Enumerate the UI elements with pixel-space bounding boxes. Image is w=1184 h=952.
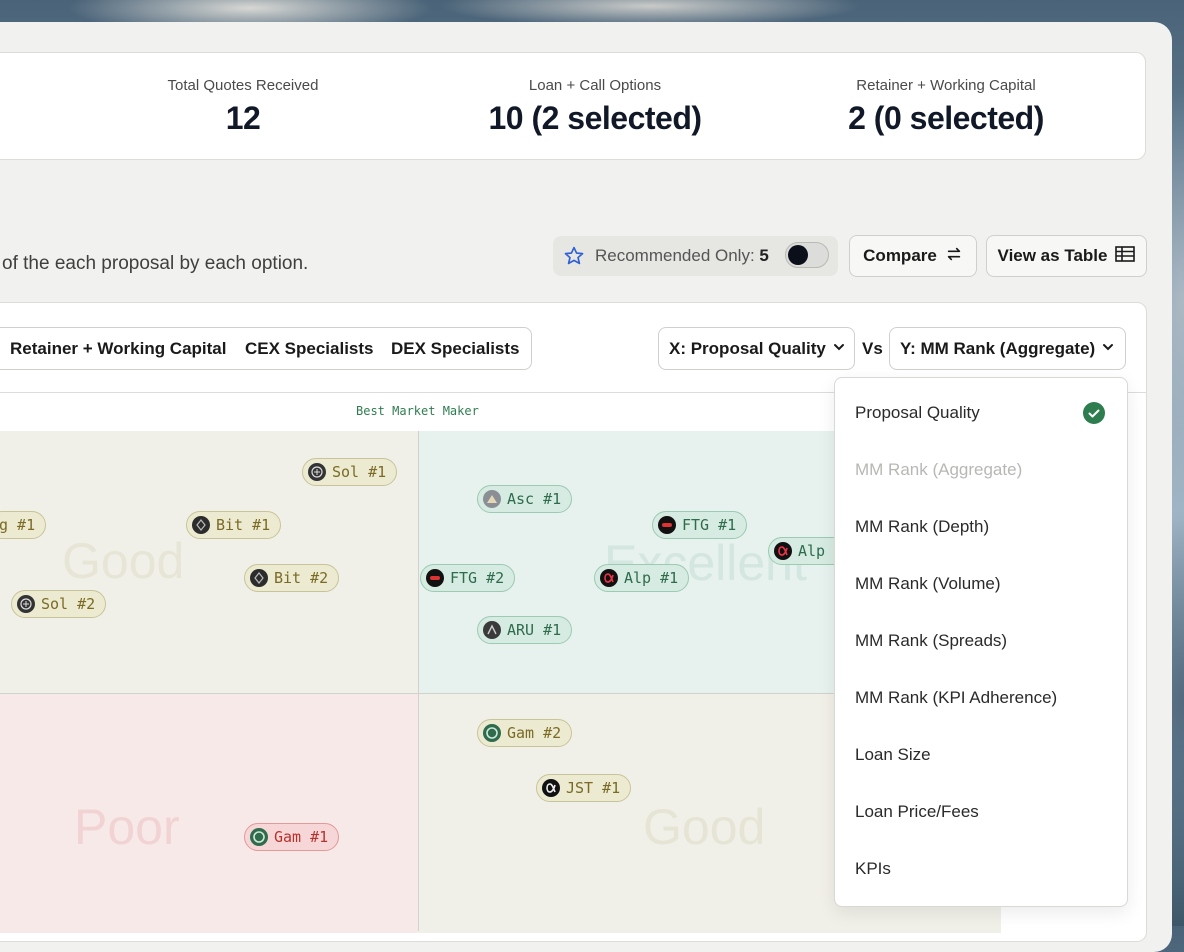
pill-label: ARU #1 [507, 621, 562, 639]
proposal-pill[interactable]: Gam #1 [244, 823, 340, 851]
pill-label: Bit #1 [216, 516, 271, 534]
ftg-logo-icon [426, 569, 444, 587]
chart-top-label: Best Market Maker [356, 404, 479, 418]
swap-arrows-icon [945, 245, 963, 268]
stat-loan-call: Loan + Call Options 10 (2 selected) [415, 53, 775, 137]
gamma-logo-icon [483, 724, 501, 742]
pill-label: JST #1 [566, 779, 621, 797]
pill-label: Bit #2 [274, 569, 329, 587]
alpha-logo-icon [600, 569, 618, 587]
y-axis-value: Y: MM Rank (Aggregate) [900, 338, 1096, 358]
quadrant-divider-vertical [418, 431, 419, 931]
vs-label: Vs [862, 339, 883, 358]
proposal-pill[interactable]: Alp [768, 537, 837, 565]
pill-label: Asc #1 [507, 490, 562, 508]
pill-label: FTG #2 [450, 569, 505, 587]
ascent-logo-icon [483, 490, 501, 508]
aru-logo-icon [483, 621, 501, 639]
menu-item-loan-price-fees[interactable]: Loan Price/Fees [855, 802, 979, 822]
menu-item-mm-rank-kpi-adherence[interactable]: MM Rank (KPI Adherence) [855, 688, 1057, 708]
stat-label: Retainer + Working Capital [856, 77, 1036, 94]
bitget-logo-icon [250, 569, 268, 587]
view-table-label: View as Table [997, 246, 1108, 265]
proposal-pill[interactable]: Asc #1 [477, 485, 573, 513]
recommended-text: Recommended Only: [595, 246, 755, 265]
toggle-knob [788, 245, 808, 265]
x-axis-value: X: Proposal Quality [669, 338, 826, 358]
check-icon [1083, 402, 1105, 424]
chevron-down-icon [1101, 339, 1115, 359]
pill-label: Alp [798, 542, 826, 560]
recommended-count: 5 [759, 246, 769, 265]
alpha-logo-icon [774, 542, 792, 560]
proposal-pill[interactable]: JST #1 [536, 774, 632, 802]
solana-logo-icon [17, 595, 35, 613]
proposal-pill[interactable]: Sol #2 [11, 590, 107, 618]
proposal-pill[interactable]: FTG #2 [420, 564, 516, 592]
menu-item-mm-rank-volume[interactable]: MM Rank (Volume) [855, 574, 1000, 594]
menu-item-mm-rank-spreads[interactable]: MM Rank (Spreads) [855, 631, 1007, 651]
compare-button[interactable]: Compare [849, 235, 977, 277]
proposal-pill[interactable]: g #1 [0, 511, 47, 539]
pill-label: Alp #1 [624, 569, 679, 587]
gamma-logo-icon [250, 828, 268, 846]
tab-dex-specialists[interactable]: DEX Specialists [391, 339, 520, 359]
stat-value: 2 (0 selected) [848, 100, 1044, 136]
pill-label: g #1 [0, 516, 36, 534]
ftg-logo-icon [658, 516, 676, 534]
stat-label: Loan + Call Options [528, 77, 662, 94]
stat-value: 12 [225, 100, 261, 136]
quadrant-label-good: Good [643, 799, 766, 855]
proposal-pill[interactable]: FTG #1 [652, 511, 748, 539]
chevron-down-icon [832, 339, 846, 359]
stat-total-quotes: Total Quotes Received 12 [63, 53, 423, 137]
bitget-logo-icon [192, 516, 210, 534]
y-axis-select[interactable]: Y: MM Rank (Aggregate) [889, 327, 1126, 370]
stat-retainer: Retainer + Working Capital 2 (0 selected… [766, 53, 1126, 137]
section-description: of the each proposal by each option. [2, 253, 309, 274]
solana-logo-icon [308, 463, 326, 481]
alpha-logo-icon [542, 779, 560, 797]
menu-item-loan-size[interactable]: Loan Size [855, 745, 931, 765]
x-axis-select[interactable]: X: Proposal Quality [658, 327, 855, 370]
category-tabs: Retainer + Working Capital CEX Specialis… [0, 327, 532, 370]
stat-value: 10 (2 selected) [488, 100, 702, 136]
y-axis-dropdown-menu: Proposal Quality MM Rank (Aggregate) MM … [834, 377, 1128, 907]
recommended-filter: Recommended Only: 5 [553, 236, 838, 276]
stats-card: Total Quotes Received 12 Loan + Call Opt… [0, 52, 1146, 160]
recommended-toggle[interactable] [785, 242, 829, 268]
tab-retainer-working-capital[interactable]: Retainer + Working Capital [10, 339, 226, 359]
pill-label: Sol #2 [41, 595, 96, 613]
proposal-pill[interactable]: Bit #1 [186, 511, 282, 539]
tab-cex-specialists[interactable]: CEX Specialists [245, 339, 374, 359]
pill-label: FTG #1 [682, 516, 737, 534]
recommended-label: Recommended Only: 5 [595, 246, 769, 266]
proposal-pill[interactable]: Sol #1 [302, 458, 398, 486]
view-as-table-button[interactable]: View as Table [986, 235, 1147, 277]
quadrant-label-poor: Poor [74, 799, 180, 855]
star-icon [563, 245, 585, 267]
proposal-pill[interactable]: Gam #2 [477, 719, 573, 747]
proposal-pill[interactable]: Bit #2 [244, 564, 340, 592]
pill-label: Gam #2 [507, 724, 562, 742]
table-icon [1115, 245, 1136, 267]
proposal-pill[interactable]: Alp #1 [594, 564, 690, 592]
quadrant-label-good: Good [62, 533, 185, 589]
quadrant-bottom-left [0, 693, 418, 933]
stat-label: Total Quotes Received [167, 77, 319, 94]
pill-label: Gam #1 [274, 828, 329, 846]
menu-item-mm-rank-aggregate: MM Rank (Aggregate) [855, 460, 1023, 479]
menu-item-proposal-quality[interactable]: Proposal Quality [855, 403, 980, 423]
menu-item-mm-rank-depth[interactable]: MM Rank (Depth) [855, 517, 989, 537]
menu-item-kpis[interactable]: KPIs [855, 859, 891, 879]
proposal-pill[interactable]: ARU #1 [477, 616, 573, 644]
compare-label: Compare [863, 246, 937, 265]
pill-label: Sol #1 [332, 463, 387, 481]
